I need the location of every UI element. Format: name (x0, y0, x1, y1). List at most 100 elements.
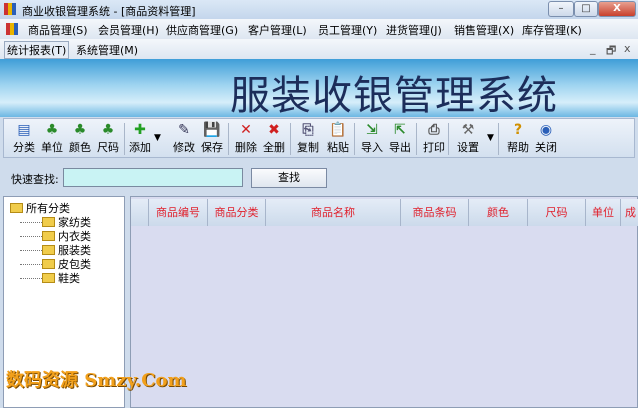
goods-table: 商品编号 商品分类 商品名称 商品条码 颜色 尺码 单位成 (130, 196, 638, 408)
folder-icon (10, 203, 23, 213)
toolbar-label: 删除 (235, 141, 257, 154)
toolbar-delete-button[interactable]: ✕ 删除 (234, 121, 258, 155)
help-icon: ? (513, 122, 523, 138)
toolbar-label: 关闭 (535, 141, 557, 154)
menu-bar: 商品管理(S) 会员管理(H) 供应商管理(G) 客户管理(L) 员工管理(Y)… (0, 19, 638, 39)
column-header[interactable]: 商品条码 (401, 199, 469, 226)
settings-dropdown-icon[interactable]: ▼ (487, 133, 494, 143)
menu-customers[interactable]: 客户管理(L) (248, 22, 307, 38)
search-input[interactable] (63, 168, 243, 187)
minimize-button[interactable]: – (548, 1, 574, 17)
toolbar-separator (124, 123, 125, 155)
search-bar: 快速查找: 查找 (3, 162, 635, 192)
column-header[interactable] (131, 199, 149, 226)
search-label: 快速查找: (11, 173, 59, 186)
toolbar-copy-button[interactable]: ⎘ 复制 (296, 121, 320, 155)
toolbar-settings-button[interactable]: ⚒ 设置 (456, 121, 480, 155)
menu-inventory[interactable]: 库存管理(K) (522, 22, 582, 38)
save-icon: 💾 (203, 122, 221, 138)
toolbar-label: 复制 (297, 141, 319, 154)
toolbar-separator (448, 123, 449, 155)
column-header[interactable]: 商品名称 (266, 199, 401, 226)
settings-icon: ⚒ (461, 122, 475, 138)
column-header[interactable]: 颜色 (469, 199, 528, 226)
folder-icon (42, 231, 55, 241)
banner: 服装收银管理系统 (0, 59, 638, 119)
toolbar-label: 粘贴 (327, 141, 349, 154)
toolbar-export-button[interactable]: ⇱ 导出 (388, 121, 412, 155)
folder-icon (42, 245, 55, 255)
menu-bar-row2: 统计报表(T) 系统管理(M) _ 🗗 x (0, 39, 638, 59)
copy-icon: ⎘ (302, 122, 314, 138)
size-icon: ♣ (101, 122, 115, 138)
color-icon: ♣ (73, 122, 87, 138)
toolbar-delete-all-button[interactable]: ✖ 全删 (262, 121, 286, 155)
column-header[interactable]: 成 (621, 199, 638, 226)
add-dropdown-icon[interactable]: ▼ (154, 133, 161, 143)
tree-line (20, 250, 42, 251)
toolbar-edit-button[interactable]: ✎ 修改 (172, 121, 196, 155)
tree-line (20, 264, 42, 265)
toolbar-paste-button[interactable]: 📋 粘贴 (326, 121, 350, 155)
close-button[interactable]: X (598, 1, 636, 17)
toolbar-separator (354, 123, 355, 155)
window-title: 商业收银管理系统 - [商品资料管理] (22, 5, 196, 18)
tree-line (20, 278, 42, 279)
toolbar-label: 尺码 (97, 141, 119, 154)
toolbar-label: 帮助 (507, 141, 529, 154)
toolbar-size-button[interactable]: ♣ 尺码 (96, 121, 120, 155)
watermark: 数码资源 Smzy.Com (6, 370, 187, 391)
toolbar-add-button[interactable]: ✚ 添加 (128, 121, 152, 155)
mdi-close-button[interactable]: x (624, 42, 631, 55)
edit-icon: ✎ (178, 122, 190, 138)
toolbar-import-button[interactable]: ⇲ 导入 (360, 121, 384, 155)
title-bar: 商业收银管理系统 - [商品资料管理] – □ X (0, 0, 638, 19)
toolbar-label: 导出 (389, 141, 411, 154)
tree-item[interactable]: 鞋类 (20, 270, 80, 286)
toolbar-category-button[interactable]: ▤ 分类 (12, 121, 36, 155)
menu-members[interactable]: 会员管理(H) (98, 22, 159, 38)
mdi-minimize-button[interactable]: _ (590, 42, 596, 55)
folder-icon (42, 259, 55, 269)
toolbar-separator (416, 123, 417, 155)
menu-system[interactable]: 系统管理(M) (76, 42, 138, 58)
folder-icon (42, 273, 55, 283)
toolbar-label: 设置 (457, 141, 479, 154)
menu-employees[interactable]: 员工管理(Y) (318, 22, 377, 38)
toolbar-close-button[interactable]: ◉ 关闭 (534, 121, 558, 155)
toolbar-label: 单位 (41, 141, 63, 154)
column-header[interactable]: 商品分类 (208, 199, 266, 226)
toolbar-label: 打印 (423, 141, 445, 154)
menu-suppliers[interactable]: 供应商管理(G) (166, 22, 238, 38)
search-button[interactable]: 查找 (251, 168, 327, 188)
toolbar-unit-button[interactable]: ♣ 单位 (40, 121, 64, 155)
maximize-button[interactable]: □ (574, 1, 598, 17)
column-header[interactable]: 商品编号 (149, 199, 208, 226)
print-icon: ⎙ (428, 122, 440, 138)
menu-goods[interactable]: 商品管理(S) (28, 22, 88, 38)
add-icon: ✚ (134, 122, 146, 138)
app-icon (4, 3, 16, 15)
column-header[interactable]: 尺码 (528, 199, 586, 226)
unit-icon: ♣ (45, 122, 59, 138)
toolbar-help-button[interactable]: ? 帮助 (506, 121, 530, 155)
toolbar-color-button[interactable]: ♣ 颜色 (68, 121, 92, 155)
menu-sales[interactable]: 销售管理(X) (454, 22, 514, 38)
toolbar-separator (498, 123, 499, 155)
menu-reports[interactable]: 统计报表(T) (4, 41, 70, 59)
delete-icon: ✕ (240, 122, 252, 138)
menu-purchase[interactable]: 进货管理(J) (386, 22, 442, 38)
toolbar-separator (290, 123, 291, 155)
toolbar-label: 导入 (361, 141, 383, 154)
toolbar-label: 保存 (201, 141, 223, 154)
delete-all-icon: ✖ (268, 122, 280, 138)
export-icon: ⇱ (394, 122, 406, 138)
folder-icon (42, 217, 55, 227)
toolbar-print-button[interactable]: ⎙ 打印 (422, 121, 446, 155)
column-header[interactable]: 单位 (586, 199, 621, 226)
category-icon: ▤ (17, 122, 31, 138)
toolbar-label: 分类 (13, 141, 35, 154)
toolbar-save-button[interactable]: 💾 保存 (200, 121, 224, 155)
mdi-icon (6, 23, 18, 35)
toolbar-label: 全删 (263, 141, 285, 154)
